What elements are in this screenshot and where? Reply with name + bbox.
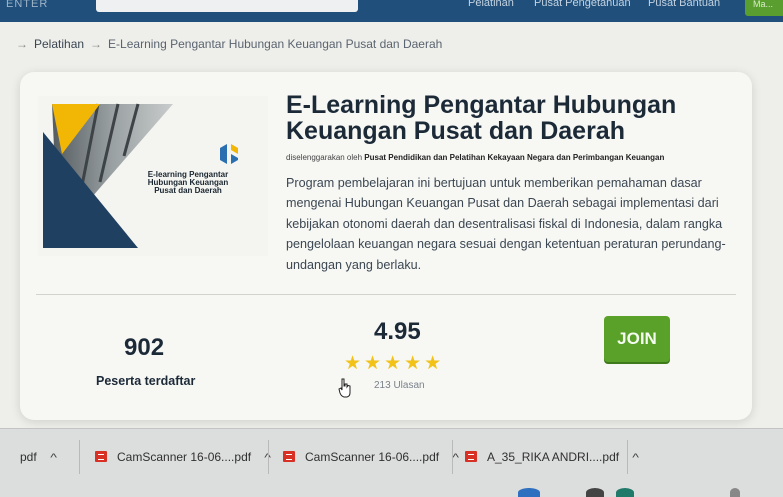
card-divider — [36, 294, 736, 295]
taskbar-icons — [510, 488, 780, 497]
download-item[interactable]: pdf ^ — [20, 450, 57, 474]
taskbar-app-icon[interactable] — [616, 488, 634, 497]
download-item-name: CamScanner 16-06....pdf — [117, 450, 252, 464]
download-bar: pdf ^ CamScanner 16-06....pdf ^ CamScanner… — [0, 428, 783, 497]
course-organizer: diselenggarakan oleh Pusat Pendidikan da… — [286, 153, 664, 162]
thumbnail-title: E-learning Pengantar Hubungan Keuangan P… — [147, 170, 229, 195]
breadcrumb-current: E-Learning Pengantar Hubungan Keuangan P… — [108, 37, 443, 51]
chevron-up-icon[interactable]: ^ — [632, 452, 639, 464]
download-item-name: pdf — [20, 450, 37, 464]
taskbar-app-icon[interactable] — [586, 488, 604, 497]
participants-label: Peserta terdaftar — [96, 374, 196, 388]
search-input[interactable] — [96, 0, 358, 12]
breadcrumb-arrow-icon: → — [16, 37, 28, 51]
taskbar-app-icon[interactable] — [730, 488, 740, 497]
join-button[interactable]: JOIN — [604, 316, 670, 362]
organizer-prefix: diselenggarakan oleh — [286, 153, 363, 162]
download-item-name: A_35_RIKA ANDRI....pdf — [487, 450, 620, 464]
organizer-name: Pusat Pendidikan dan Pelatihan Kekayaan … — [364, 153, 665, 162]
download-item[interactable]: CamScanner 16-06....pdf^ — [95, 450, 271, 474]
participants-count: 902 — [124, 334, 165, 361]
chevron-up-icon[interactable]: ^ — [50, 452, 57, 464]
breadcrumb-link-pelatihan[interactable]: Pelatihan — [34, 37, 84, 51]
nav-item-pusat-bantuan[interactable]: Pusat Bantuan — [648, 0, 720, 9]
download-item[interactable]: A_35_RIKA ANDRI....pdf ^ — [465, 450, 639, 474]
download-item[interactable]: CamScanner 16-06....pdf ^ — [283, 450, 459, 474]
nav-item-pelatihan[interactable]: Pelatihan — [468, 0, 514, 9]
site-brand[interactable]: ENTER — [6, 0, 48, 10]
login-button-label: Ma... — [753, 0, 774, 9]
rating-value: 4.95 — [374, 318, 421, 345]
pdf-file-icon — [95, 451, 107, 462]
course-card: E-learning Pengantar Hubungan Keuangan P… — [20, 72, 752, 420]
pdf-file-icon — [283, 451, 295, 462]
rating-stars-icon: ★★★★★ — [344, 353, 445, 374]
kemenkeu-logo-icon — [220, 144, 238, 164]
reviews-count[interactable]: 213 Ulasan — [374, 380, 425, 391]
course-description: Program pembelajaran ini bertujuan untuk… — [286, 176, 726, 272]
hand-pointer-icon — [338, 378, 351, 398]
top-navigation-bar: ENTER Pelatihan Pusat Pengetahuan Pusat … — [0, 0, 783, 22]
login-button[interactable]: Ma... — [745, 0, 783, 16]
taskbar-app-icon[interactable] — [518, 488, 540, 497]
download-item-name: CamScanner 16-06....pdf — [305, 450, 440, 464]
nav-item-pusat-pengetahuan[interactable]: Pusat Pengetahuan — [534, 0, 631, 9]
pdf-file-icon — [465, 451, 477, 462]
breadcrumb-arrow-icon: → — [90, 37, 103, 51]
chevron-up-icon[interactable]: ^ — [452, 452, 459, 464]
course-thumbnail: E-learning Pengantar Hubungan Keuangan P… — [38, 96, 268, 256]
breadcrumb: → Pelatihan → E-Learning Pengantar Hubungan… — [16, 37, 443, 51]
course-title: E-Learning Pengantar Hubungan Keuangan P… — [286, 91, 677, 145]
